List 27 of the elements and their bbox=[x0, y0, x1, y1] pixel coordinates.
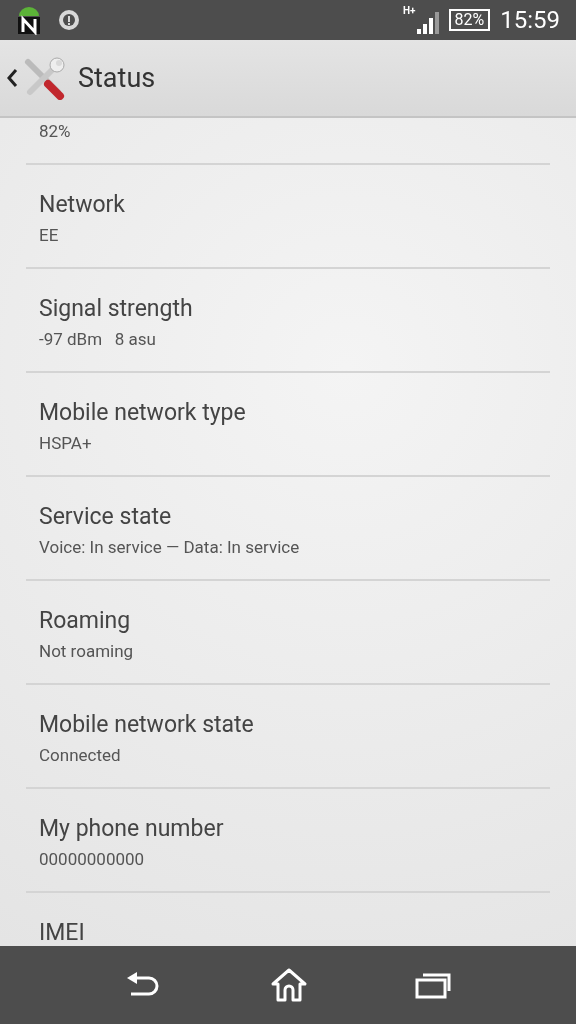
setting-value: HSPA+ bbox=[39, 432, 93, 455]
home-icon bbox=[270, 968, 308, 1002]
clock: 15:59 bbox=[500, 8, 560, 32]
setting-title: Roaming bbox=[39, 607, 132, 635]
notification-icon bbox=[16, 5, 42, 35]
battery-indicator: 82% bbox=[448, 9, 491, 31]
page-title: Status bbox=[78, 60, 156, 96]
setting-value: 82% bbox=[39, 120, 72, 143]
setting-title: Network bbox=[39, 191, 126, 219]
setting-value: EE bbox=[39, 224, 60, 247]
network-type: H+ bbox=[403, 6, 416, 16]
setting-title: IMEI bbox=[39, 919, 86, 946]
alert-icon bbox=[58, 9, 80, 31]
setting-title: Service state bbox=[39, 503, 173, 531]
setting-title: Mobile network state bbox=[39, 711, 255, 739]
setting-value: 00000000000 bbox=[39, 848, 146, 871]
recent-apps-icon bbox=[414, 971, 453, 999]
setting-title: Mobile network type bbox=[39, 399, 247, 427]
back-icon bbox=[6, 68, 18, 88]
setting-value: Voice: In service — Data: In service bbox=[39, 536, 301, 559]
setting-value: Not roaming bbox=[39, 640, 135, 663]
setting-title: Signal strength bbox=[39, 295, 194, 323]
setting-title: My phone number bbox=[39, 815, 225, 843]
signal-icon bbox=[416, 12, 439, 34]
setting-value: -97 dBm 8 asu bbox=[39, 328, 157, 351]
tools-icon bbox=[22, 56, 66, 100]
setting-value: Connected bbox=[39, 744, 122, 767]
